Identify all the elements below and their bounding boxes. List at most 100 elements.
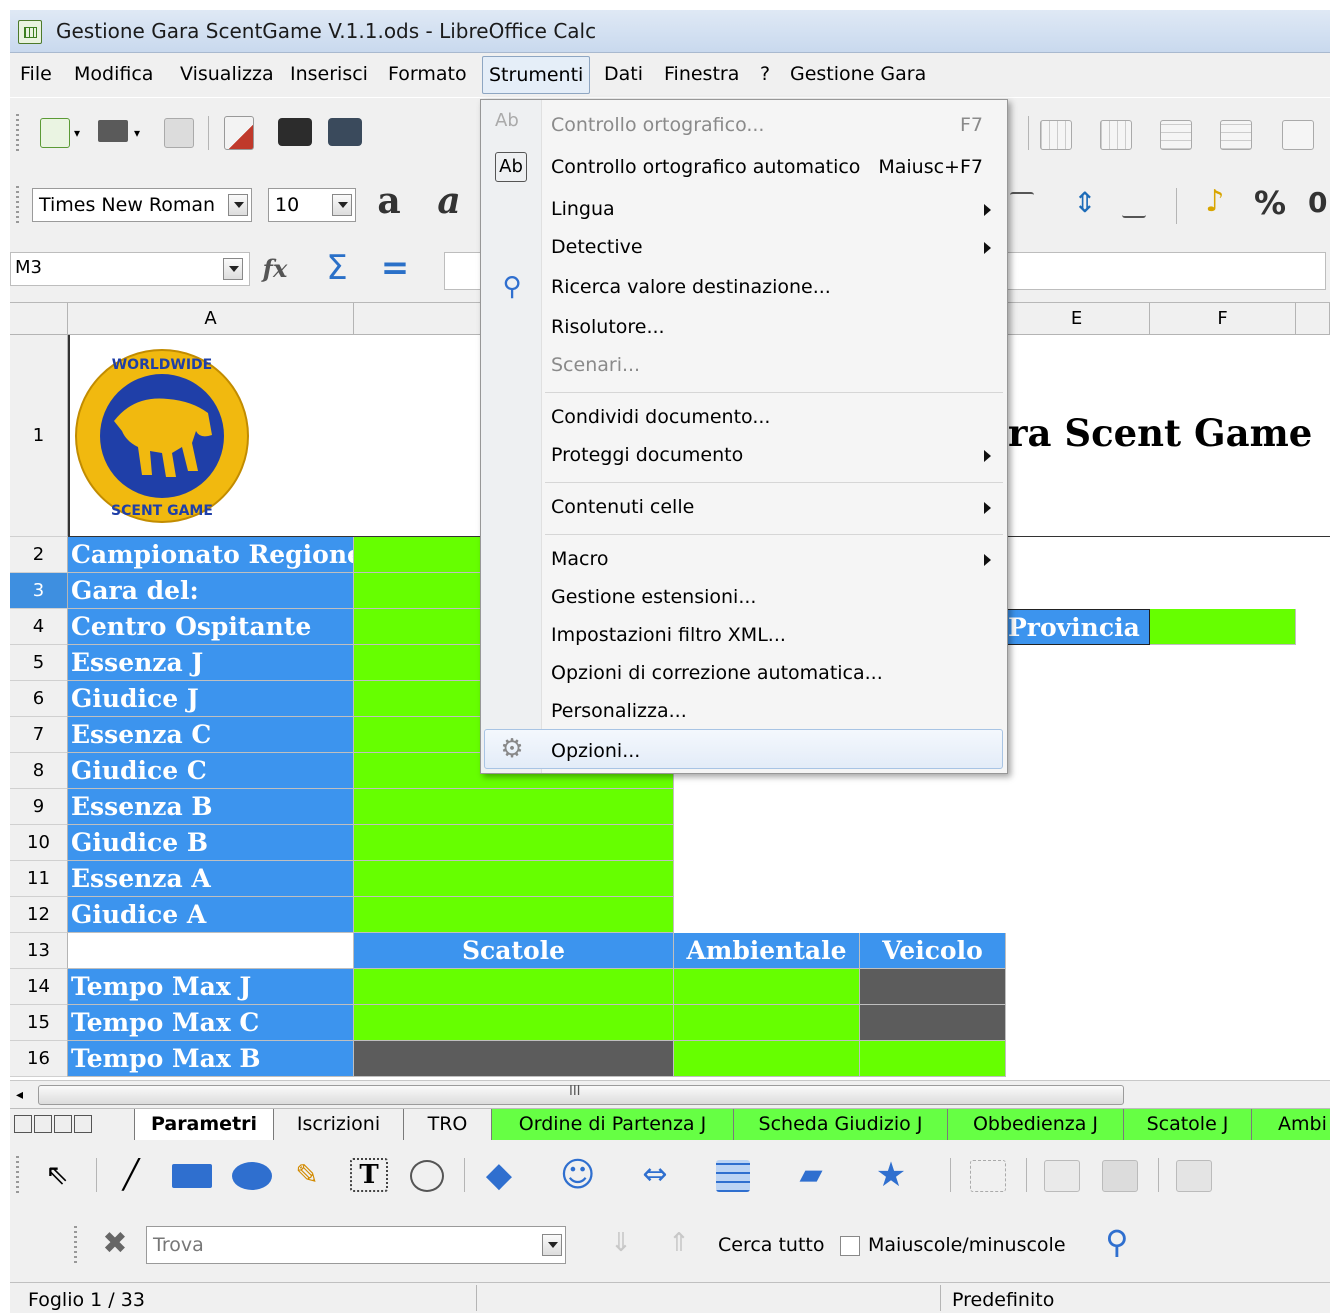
row-header-3[interactable]: 3 xyxy=(10,573,68,609)
cell-label[interactable]: Essenza C xyxy=(68,717,354,753)
sheet-tab-parametri[interactable]: Parametri xyxy=(134,1109,274,1140)
menu-item-opzioni[interactable]: Opzioni... xyxy=(551,740,640,762)
cell-disabled[interactable] xyxy=(354,1041,674,1077)
flowchart-icon[interactable] xyxy=(716,1160,750,1192)
cell-label[interactable]: Essenza B xyxy=(68,789,354,825)
next-sheet-icon[interactable] xyxy=(54,1115,72,1133)
cell-empty[interactable] xyxy=(68,933,354,969)
cell-input[interactable] xyxy=(354,789,674,825)
first-sheet-icon[interactable] xyxy=(14,1115,32,1133)
menu-item-lingua[interactable]: Lingua xyxy=(551,198,615,220)
block-arrows-icon[interactable]: ⇔ xyxy=(638,1160,672,1190)
menu-item-gestione-estensioni[interactable]: Gestione estensioni... xyxy=(551,586,756,608)
sheet-tab-scatole-j[interactable]: Scatole J xyxy=(1124,1109,1252,1140)
sheet-tab-ordine-partenza-j[interactable]: Ordine di Partenza J xyxy=(492,1109,734,1140)
font-size-combo[interactable]: 10 xyxy=(268,188,356,222)
cell-provincia-input[interactable] xyxy=(1150,609,1296,645)
menu-item-condividi[interactable]: Condividi documento... xyxy=(551,406,770,428)
menu-formato[interactable]: Formato xyxy=(388,63,467,85)
callout-icon[interactable] xyxy=(410,1160,444,1192)
cell-header-veicolo[interactable]: Veicolo xyxy=(860,933,1006,969)
cell-label[interactable]: Essenza J xyxy=(68,645,354,681)
new-dropdown-icon[interactable]: ▾ xyxy=(74,126,84,140)
menu-item-macro[interactable]: Macro xyxy=(551,548,609,570)
previous-sheet-icon[interactable] xyxy=(34,1115,52,1133)
row-header-10[interactable]: 10 xyxy=(10,825,68,861)
cell-label[interactable]: Campionato Regione xyxy=(68,537,354,573)
print-icon[interactable] xyxy=(278,118,312,146)
open-dropdown-icon[interactable]: ▾ xyxy=(134,126,144,140)
cell-label[interactable]: Tempo Max C xyxy=(68,1005,354,1041)
close-find-icon[interactable]: ✖ xyxy=(98,1228,132,1260)
cell-label[interactable]: Gara del: xyxy=(68,573,354,609)
find-next-icon[interactable]: ⇓ xyxy=(604,1228,638,1258)
menu-item-personalizza[interactable]: Personalizza... xyxy=(551,700,687,722)
column-header-a[interactable]: A xyxy=(68,303,354,335)
menu-item-scenari[interactable]: Scenari... xyxy=(551,354,640,376)
find-all-button[interactable]: Cerca tutto xyxy=(718,1234,825,1256)
row-header-2[interactable]: 2 xyxy=(10,537,68,573)
menu-gestione-gara[interactable]: Gestione Gara xyxy=(790,63,926,85)
find-input[interactable]: Trova xyxy=(146,1226,566,1264)
cell-label[interactable]: Essenza A xyxy=(68,861,354,897)
stars-icon[interactable]: ★ xyxy=(874,1158,908,1192)
corner-select-all[interactable] xyxy=(10,303,68,335)
cell-label[interactable]: Giudice J xyxy=(68,681,354,717)
freeform-pencil-icon[interactable]: ✎ xyxy=(290,1160,324,1190)
select-pointer-icon[interactable]: ⇖ xyxy=(40,1160,74,1190)
print-preview-icon[interactable] xyxy=(328,118,362,146)
fontwork-icon[interactable] xyxy=(1044,1160,1080,1192)
menu-dati[interactable]: Dati xyxy=(604,63,643,85)
cell-provincia-label[interactable]: Provincia xyxy=(1004,609,1150,645)
callouts-icon[interactable]: ▰ xyxy=(794,1160,828,1190)
scroll-left-icon[interactable]: ◂ xyxy=(16,1087,23,1103)
row-header-12[interactable]: 12 xyxy=(10,897,68,933)
cell-disabled[interactable] xyxy=(860,969,1006,1005)
find-previous-icon[interactable]: ⇑ xyxy=(662,1228,696,1258)
row-header-5[interactable]: 5 xyxy=(10,645,68,681)
cell-input[interactable] xyxy=(354,897,674,933)
row-header-13[interactable]: 13 xyxy=(10,933,68,969)
row-header-14[interactable]: 14 xyxy=(10,969,68,1005)
basic-shapes-icon[interactable]: ◆ xyxy=(482,1158,516,1192)
insert-rows-icon[interactable] xyxy=(1160,120,1192,150)
text-box-icon[interactable]: T xyxy=(350,1158,388,1192)
points-icon[interactable] xyxy=(970,1160,1006,1192)
sheet-tab-obbedienza-j[interactable]: Obbedienza J xyxy=(948,1109,1124,1140)
bold-icon[interactable]: a xyxy=(372,183,406,219)
menu-item-controllo-automatico[interactable]: Controllo ortografico automatico xyxy=(551,156,860,178)
cell-input[interactable] xyxy=(860,1041,1006,1077)
name-box-dropdown-icon[interactable] xyxy=(223,258,243,280)
function-wizard-icon[interactable]: fx xyxy=(258,254,292,284)
cell-input[interactable] xyxy=(354,969,674,1005)
last-sheet-icon[interactable] xyxy=(74,1115,92,1133)
menu-finestra[interactable]: Finestra xyxy=(664,63,739,85)
symbol-shapes-icon[interactable]: ☺ xyxy=(560,1158,595,1192)
currency-icon[interactable]: ♪ xyxy=(1198,186,1232,218)
export-pdf-icon[interactable] xyxy=(224,116,254,150)
font-size-dropdown-icon[interactable] xyxy=(332,194,352,216)
row-header-11[interactable]: 11 xyxy=(10,861,68,897)
ellipse-icon[interactable] xyxy=(232,1162,272,1190)
columns-icon[interactable] xyxy=(1100,120,1132,150)
cell-disabled[interactable] xyxy=(860,1005,1006,1041)
find-dropdown-icon[interactable] xyxy=(542,1234,562,1256)
name-box[interactable]: M3 xyxy=(10,252,250,286)
cell-input[interactable] xyxy=(674,969,860,1005)
line-icon[interactable]: ╱ xyxy=(114,1160,148,1190)
menu-strumenti[interactable]: Strumenti xyxy=(482,56,591,94)
menu-item-ricerca-valore[interactable]: Ricerca valore destinazione... xyxy=(551,276,831,298)
align-bottom-icon[interactable] xyxy=(1122,192,1146,218)
decimal-format-icon[interactable]: 0. xyxy=(1308,186,1330,219)
cell-input[interactable] xyxy=(354,825,674,861)
split-icon[interactable] xyxy=(1282,120,1314,150)
delete-rows-icon[interactable] xyxy=(1220,120,1252,150)
menu-item-filtro-xml[interactable]: Impostazioni filtro XML... xyxy=(551,624,786,646)
new-document-icon[interactable] xyxy=(40,118,70,148)
match-case-checkbox[interactable] xyxy=(840,1236,860,1256)
cell-input[interactable] xyxy=(354,861,674,897)
row-header-1[interactable]: 1 xyxy=(10,335,68,537)
row-header-15[interactable]: 15 xyxy=(10,1005,68,1041)
scroll-thumb[interactable]: III xyxy=(38,1084,1124,1105)
cell-label[interactable]: Giudice C xyxy=(68,753,354,789)
